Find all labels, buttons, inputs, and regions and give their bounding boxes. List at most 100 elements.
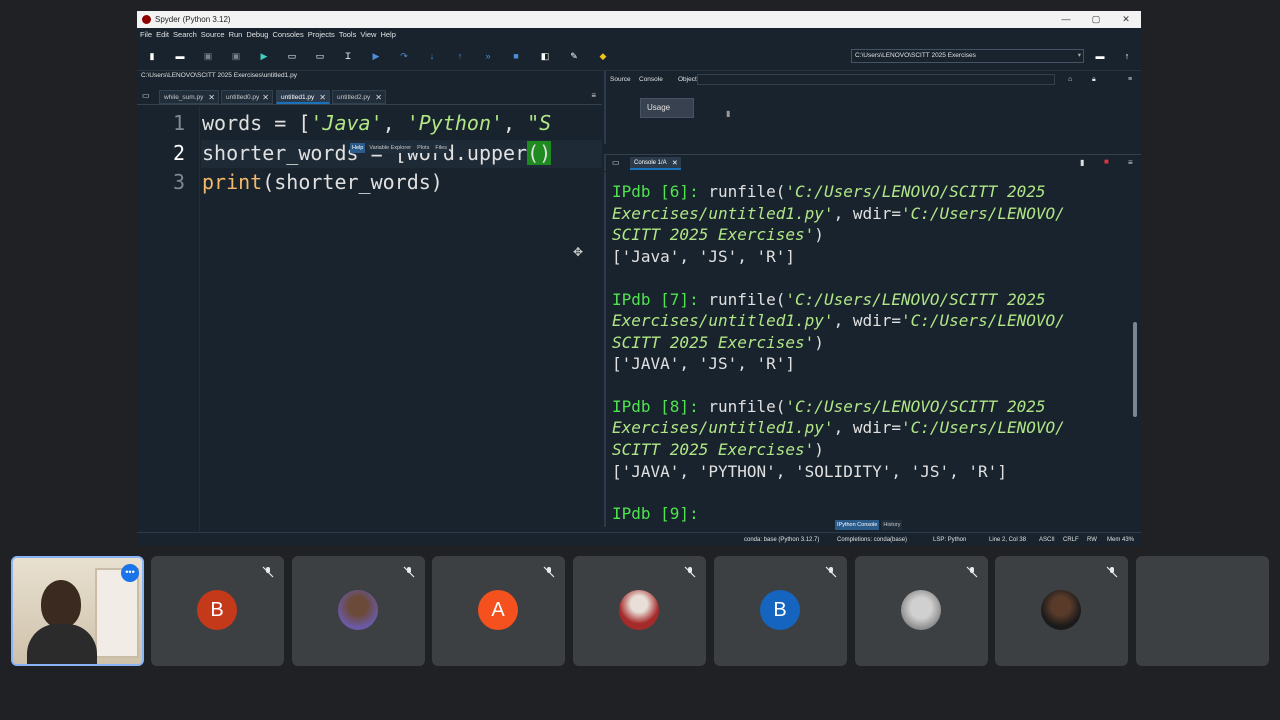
- tab-ipython-console[interactable]: IPython Console: [835, 520, 880, 530]
- self-video-tile[interactable]: •••: [11, 556, 144, 666]
- participant-tile[interactable]: [292, 556, 425, 666]
- close-tab-icon[interactable]: ✕: [262, 91, 269, 105]
- step-icon[interactable]: ↷: [397, 49, 411, 63]
- lock-icon[interactable]: 🔒︎: [1092, 76, 1096, 84]
- menu-debug[interactable]: Debug: [246, 30, 268, 39]
- more-options-icon[interactable]: •••: [121, 564, 139, 582]
- new-file-icon[interactable]: ▮: [145, 49, 159, 63]
- participant-tile[interactable]: [855, 556, 988, 666]
- open-folder-icon[interactable]: ▬: [173, 49, 187, 63]
- tab-untitled2[interactable]: untitled2.py ✕: [332, 90, 386, 104]
- help-source-label[interactable]: Source: [610, 76, 631, 83]
- continue-icon[interactable]: »: [481, 49, 495, 63]
- console-line: Exercises/untitled1.py', wdir='C:/Users/…: [612, 311, 1065, 330]
- console-line: Exercises/untitled1.py', wdir='C:/Users/…: [612, 418, 1065, 437]
- menu-run[interactable]: Run: [229, 30, 243, 39]
- participant-tile[interactable]: B: [151, 556, 284, 666]
- menu-projects[interactable]: Projects: [308, 30, 335, 39]
- stop-kernel-icon[interactable]: ■: [1104, 157, 1109, 166]
- menu-help[interactable]: Help: [380, 30, 395, 39]
- scroll-handle-icon[interactable]: ▮: [726, 109, 730, 118]
- clear-console-icon[interactable]: ▮: [1080, 158, 1084, 167]
- menu-search[interactable]: Search: [173, 30, 197, 39]
- avatar: [338, 590, 378, 630]
- menu-consoles[interactable]: Consoles: [272, 30, 303, 39]
- tab-while-sum[interactable]: while_sum.py ✕: [159, 90, 219, 104]
- chevron-down-icon[interactable]: ▾: [1078, 50, 1081, 62]
- tab-variable-explorer[interactable]: Variable Explorer: [367, 143, 414, 153]
- python-path-icon[interactable]: ◆: [596, 49, 610, 63]
- console-line: Exercises/untitled1.py', wdir='C:/Users/…: [612, 204, 1065, 223]
- tab-untitled0[interactable]: untitled0.py ✕: [221, 90, 273, 104]
- close-tab-icon[interactable]: ✕: [672, 157, 678, 170]
- participant-tile[interactable]: B: [714, 556, 847, 666]
- ipython-console[interactable]: IPdb [6]: runfile('C:/Users/LENOVO/SCITT…: [604, 172, 1141, 527]
- close-tab-icon[interactable]: ✕: [319, 91, 326, 105]
- tab-untitled1[interactable]: untitled1.py ✕: [276, 90, 330, 104]
- line-number: 2: [172, 141, 185, 165]
- vertical-scrollbar[interactable]: [1133, 322, 1137, 417]
- debug-icon[interactable]: ▶: [369, 49, 383, 63]
- options-menu-icon[interactable]: ≡: [591, 91, 596, 100]
- working-directory-input[interactable]: C:\Users\LENOVO\SCITT 2025 Exercises ▾: [851, 49, 1084, 63]
- parent-directory-icon[interactable]: ↑: [1120, 49, 1134, 63]
- console-prompt[interactable]: IPdb [9]:: [612, 504, 699, 523]
- save-icon[interactable]: ▣: [201, 49, 215, 63]
- browse-tabs-icon[interactable]: ▭: [612, 158, 620, 167]
- menu-tools[interactable]: Tools: [339, 30, 357, 39]
- maximize-button[interactable]: ▢: [1081, 11, 1111, 28]
- help-pane-tabs: Help Variable Explorer Plots Files: [350, 143, 451, 153]
- mic-muted-icon: [684, 566, 696, 578]
- run-icon[interactable]: ▶: [257, 49, 271, 63]
- close-window-button[interactable]: ✕: [1111, 11, 1141, 28]
- participant-tile[interactable]: [1136, 556, 1269, 666]
- usage-button[interactable]: Usage: [640, 98, 694, 118]
- close-tab-icon[interactable]: ✕: [375, 91, 382, 105]
- menu-file[interactable]: File: [140, 30, 152, 39]
- console-line: IPdb [8]: runfile('C:/Users/LENOVO/SCITT…: [612, 397, 1046, 416]
- status-cursor-position: Line 2, Col 38: [989, 537, 1027, 543]
- avatar: [619, 590, 659, 630]
- avatar: B: [197, 590, 237, 630]
- spyder-window: Spyder (Python 3.12) — ▢ ✕ File Edit Sea…: [137, 11, 1141, 546]
- menu-source[interactable]: Source: [201, 30, 225, 39]
- step-return-icon[interactable]: ↑: [453, 49, 467, 63]
- participant-tile[interactable]: [573, 556, 706, 666]
- browse-folder-icon[interactable]: ▬: [1093, 49, 1107, 63]
- run-cell-advance-icon[interactable]: ▭: [313, 49, 327, 63]
- step-into-icon[interactable]: ↓: [425, 49, 439, 63]
- home-icon[interactable]: ⌂: [1068, 76, 1072, 83]
- console-pane-tabs: IPython Console History: [835, 520, 904, 530]
- maximize-pane-icon[interactable]: ◧: [538, 49, 552, 63]
- spyder-logo-icon: [142, 15, 151, 24]
- status-conda: conda: base (Python 3.12.7): [744, 537, 820, 543]
- avatar: A: [478, 590, 518, 630]
- preferences-icon[interactable]: ✎: [567, 49, 581, 63]
- menu-edit[interactable]: Edit: [156, 30, 169, 39]
- menu-bar: File Edit Search Source Run Debug Consol…: [137, 28, 1141, 41]
- close-tab-icon[interactable]: ✕: [208, 91, 215, 105]
- tab-files[interactable]: Files: [433, 143, 449, 153]
- options-menu-icon[interactable]: ≡: [1128, 76, 1132, 83]
- stop-icon[interactable]: ■: [509, 49, 523, 63]
- console-line: SCITT 2025 Exercises'): [612, 333, 824, 352]
- console-output: ['JAVA', 'JS', 'R']: [612, 354, 796, 373]
- participant-tile[interactable]: [995, 556, 1128, 666]
- minimize-button[interactable]: —: [1051, 11, 1081, 28]
- help-toolbar: Source Console Object ⌂ 🔒︎ ≡: [606, 71, 1141, 88]
- tab-plots[interactable]: Plots: [415, 143, 432, 153]
- options-menu-icon[interactable]: ≡: [1128, 158, 1133, 167]
- tab-help[interactable]: Help: [350, 143, 366, 153]
- tab-console-1[interactable]: Console 1/A ✕: [630, 157, 681, 170]
- participant-tile[interactable]: A: [432, 556, 565, 666]
- code-editor[interactable]: 1 2 3 words = ['Java', 'Python', "S shor…: [137, 106, 602, 531]
- save-all-icon[interactable]: ▣: [229, 49, 243, 63]
- working-directory-value: C:\Users\LENOVO\SCITT 2025 Exercises: [855, 52, 976, 59]
- menu-view[interactable]: View: [360, 30, 376, 39]
- tab-history[interactable]: History: [881, 520, 903, 530]
- help-object-input[interactable]: [697, 74, 1055, 85]
- run-selection-icon[interactable]: Ɪ: [341, 49, 355, 63]
- run-cell-icon[interactable]: ▭: [285, 49, 299, 63]
- browse-tabs-icon[interactable]: ▭: [142, 91, 150, 100]
- help-console-select[interactable]: Console: [639, 76, 663, 83]
